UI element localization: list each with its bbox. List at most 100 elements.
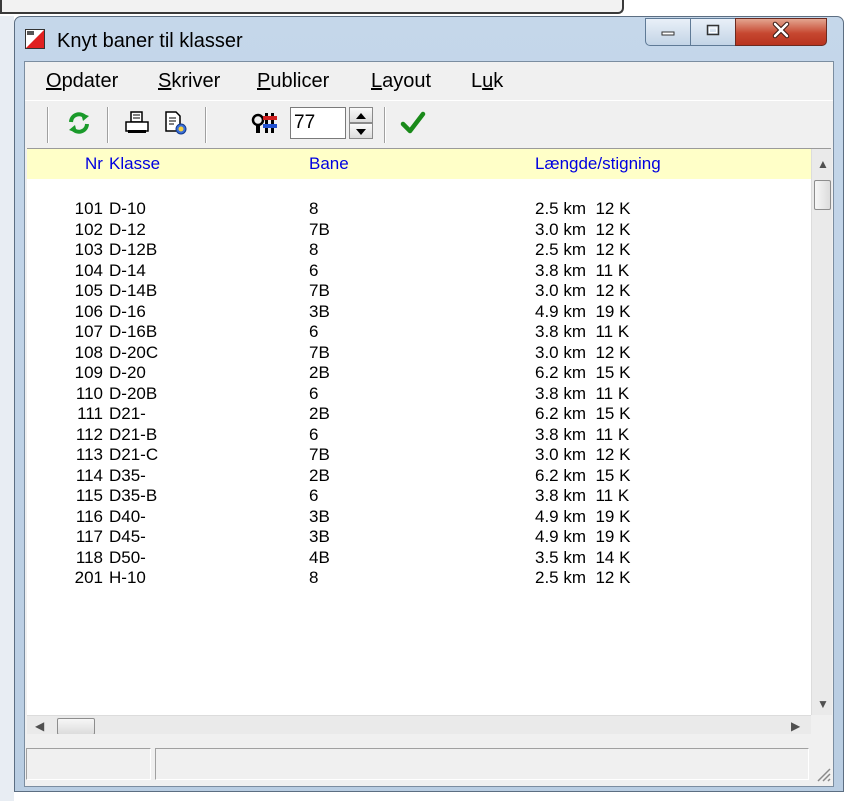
close-icon [771, 21, 791, 44]
row-bane: 3B [309, 527, 330, 546]
menu-opdater-rest: pdater [61, 70, 119, 92]
close-button[interactable] [735, 18, 827, 46]
table-row[interactable]: 109 D-20 2B 6.2 km 15 K [27, 363, 811, 384]
table-row[interactable]: 117 D45- 3B 4.9 km 19 K [27, 527, 811, 548]
status-panel-left [26, 748, 151, 780]
table-row[interactable]: 114 D35- 2B 6.2 km 15 K [27, 466, 811, 487]
row-laengde: 3.0 km 12 K [535, 281, 631, 300]
row-bane: 6 [309, 260, 319, 280]
row-nr: 113 [75, 445, 103, 464]
scroll-left-icon[interactable]: ◀ [35, 719, 44, 733]
row-klasse: D-20 [109, 363, 146, 382]
table-row[interactable]: 201 H-10 8 2.5 km 12 K [27, 568, 811, 589]
row-laengde: 6.2 km 15 K [535, 363, 631, 382]
row-laengde: 3.8 km 11 K [535, 322, 630, 341]
row-klasse: D-12 [109, 219, 146, 239]
spin-up-button[interactable] [349, 107, 373, 123]
header-nr[interactable]: Nr [85, 154, 103, 174]
print-button[interactable] [121, 109, 153, 141]
row-bane: 2B [309, 404, 330, 423]
maximize-button[interactable] [690, 18, 736, 46]
table-row[interactable]: 102 D-12 7B 3.0 km 12 K [27, 220, 811, 241]
menu-skriver[interactable]: Skriver [158, 70, 220, 93]
row-nr: 114 [75, 465, 103, 485]
row-nr: 103 [74, 240, 103, 259]
table-row[interactable]: 110 D-20B 6 3.8 km 11 K [27, 384, 811, 405]
row-bane: 7B [309, 281, 330, 300]
table-row[interactable]: 116 D40- 3B 4.9 km 19 K [27, 507, 811, 528]
table-row[interactable]: 105 D-14B 7B 3.0 km 12 K [27, 281, 811, 302]
horizontal-scroll-thumb[interactable] [57, 718, 95, 735]
menu-luk-accel: u [482, 70, 494, 92]
horizontal-scrollbar[interactable]: ◀ ▶ [27, 715, 811, 736]
scroll-up-icon[interactable]: ▲ [817, 157, 829, 171]
row-bane: 7B [309, 342, 330, 362]
vertical-scrollbar[interactable]: ▲ ▼ [811, 149, 832, 715]
scroll-corner [811, 715, 831, 735]
row-nr: 201 [74, 568, 103, 587]
background-desktop-strip [0, 16, 14, 801]
row-klasse: D-14 [109, 260, 146, 280]
row-nr: 112 [75, 424, 103, 444]
menu-publicer[interactable]: Publicer [257, 70, 329, 93]
confirm-button[interactable] [397, 109, 429, 141]
vertical-scroll-thumb[interactable] [814, 180, 831, 210]
table-row[interactable]: 103 D-12B 8 2.5 km 12 K [27, 240, 811, 261]
table-row[interactable]: 108 D-20C 7B 3.0 km 12 K [27, 343, 811, 364]
table-row[interactable]: 106 D-16 3B 4.9 km 19 K [27, 302, 811, 323]
table-row[interactable]: 111 D21- 2B 6.2 km 15 K [27, 404, 811, 425]
refresh-button[interactable] [63, 109, 95, 141]
row-bane: 7B [309, 219, 330, 239]
menu-opdater[interactable]: Opdater [46, 70, 118, 93]
row-klasse: D35- [109, 465, 146, 485]
table-row[interactable]: 113 D21-C 7B 3.0 km 12 K [27, 445, 811, 466]
settings-button[interactable] [249, 109, 283, 141]
window-title: Knyt baner til klasser [57, 30, 243, 52]
table-row[interactable]: 118 D50- 4B 3.5 km 14 K [27, 548, 811, 569]
table-row[interactable]: 112 D21-B 6 3.8 km 11 K [27, 425, 811, 446]
list-header: Nr Klasse Bane Længde/stigning [27, 149, 811, 179]
row-nr: 102 [74, 219, 103, 239]
minimize-button[interactable] [645, 18, 691, 46]
row-laengde: 2.5 km 12 K [535, 568, 631, 587]
toolbar-separator [384, 107, 386, 143]
header-klasse[interactable]: Klasse [109, 154, 160, 174]
client-area: Opdater Skriver Publicer Layout Luk 77 N… [24, 61, 834, 787]
scroll-down-icon[interactable]: ▼ [817, 697, 829, 711]
row-bane: 8 [309, 568, 319, 587]
spin-down-button[interactable] [349, 123, 373, 139]
refresh-icon [66, 110, 92, 141]
row-laengde: 2.5 km 12 K [535, 199, 631, 218]
row-nr: 101 [74, 199, 103, 218]
row-laengde: 4.9 km 19 K [535, 301, 631, 321]
checkmark-icon [400, 110, 426, 141]
row-klasse: D-10 [109, 199, 146, 218]
resize-grip-icon[interactable] [813, 764, 831, 787]
row-klasse: D35-B [109, 486, 158, 505]
row-nr: 104 [74, 260, 103, 280]
menu-publicer-accel: P [257, 70, 271, 92]
scroll-right-icon[interactable]: ▶ [791, 719, 800, 733]
row-bane: 4B [309, 547, 330, 567]
row-bane: 2B [309, 465, 330, 485]
table-row[interactable]: 115 D35-B 6 3.8 km 11 K [27, 486, 811, 507]
print-preview-button[interactable] [159, 109, 191, 141]
row-klasse: D-16 [109, 301, 146, 321]
table-row[interactable]: 101 D-10 8 2.5 km 12 K [27, 199, 811, 220]
menu-luk[interactable]: Luk [471, 70, 503, 93]
row-klasse: D-20B [109, 383, 158, 403]
table-row[interactable]: 104 D-14 6 3.8 km 11 K [27, 261, 811, 282]
title-bar[interactable]: Knyt baner til klasser [15, 17, 843, 61]
table-row[interactable]: 107 D-16B 6 3.8 km 11 K [27, 322, 811, 343]
row-nr: 105 [74, 281, 103, 300]
row-nr: 116 [75, 506, 103, 526]
row-nr: 115 [75, 486, 103, 505]
header-bane[interactable]: Bane [309, 154, 349, 174]
row-laengde: 6.2 km 15 K [535, 404, 631, 423]
menu-luk-rest: k [493, 70, 504, 92]
row-bane: 3B [309, 301, 330, 321]
header-laengde[interactable]: Længde/stigning [535, 154, 661, 174]
spin-input[interactable]: 77 [290, 107, 346, 139]
menu-layout[interactable]: Layout [371, 70, 431, 93]
row-bane: 6 [309, 486, 319, 505]
